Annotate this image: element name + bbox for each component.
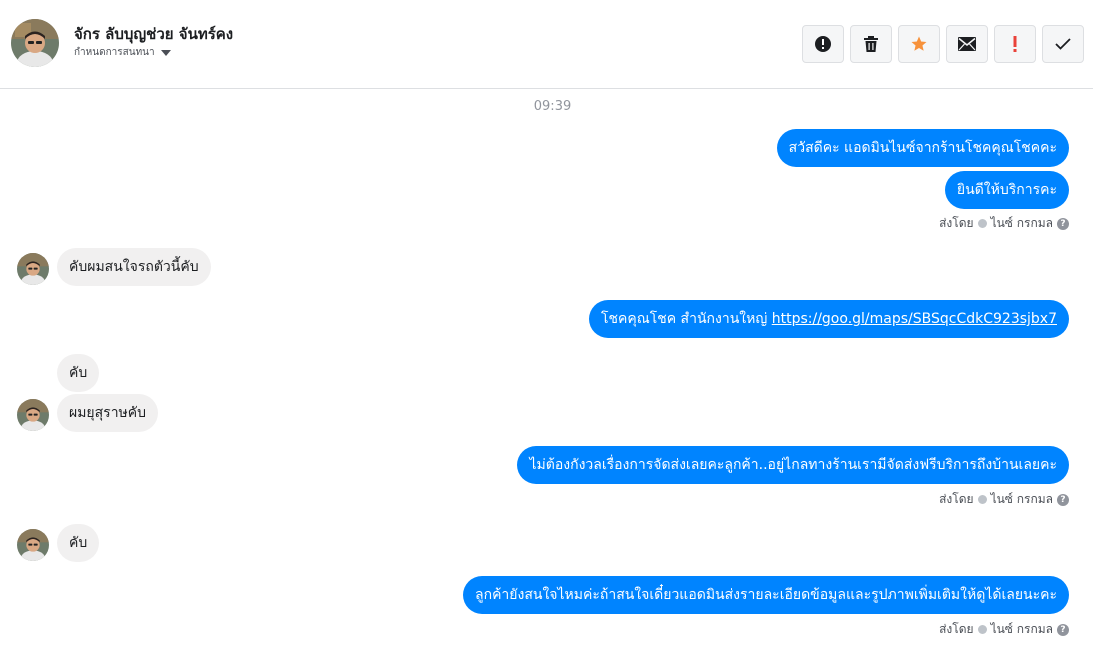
- outgoing-message-with-link[interactable]: โชคคุณโชค สำนักงานใหญ่ https://goo.gl/ma…: [588, 300, 1069, 338]
- caret-down-icon: [160, 49, 171, 56]
- sent-by-name: ไนซ์ กรกมล: [990, 216, 1053, 230]
- contact-avatar-small: [17, 399, 49, 431]
- mark-done-button[interactable]: [1042, 25, 1084, 63]
- outgoing-message[interactable]: ลูกค้ายังสนใจไหมค่ะถ้าสนใจเดี๋ยวแอดมินส่…: [463, 576, 1069, 614]
- sent-by-line: ส่งโดย ไนซ์ กรกมล ?: [939, 620, 1069, 639]
- conversation-label-text: กำหนดการสนทนา: [74, 47, 155, 58]
- outgoing-message[interactable]: สวัสดีคะ แอดมินไนซ์จากร้านโชคคุณโชคคะ: [776, 129, 1069, 167]
- outgoing-message[interactable]: ยินดีให้บริการคะ: [944, 171, 1069, 209]
- incoming-message[interactable]: ผมยุสุราษคับ: [57, 394, 159, 432]
- star-icon: [911, 36, 927, 51]
- contact-avatar[interactable]: [11, 19, 59, 67]
- map-link[interactable]: https://goo.gl/maps/SBSqcCdkC923sjbx7: [772, 311, 1057, 327]
- help-icon[interactable]: ?: [1057, 623, 1069, 636]
- sent-by-line: ส่งโดย ไนซ์ กรกมล ?: [939, 214, 1069, 233]
- mark-unread-button[interactable]: [946, 25, 988, 63]
- envelope-icon: [958, 37, 976, 51]
- incoming-message[interactable]: คับ: [57, 354, 100, 392]
- message-timestamp: 09:39: [533, 99, 572, 114]
- sent-by-line: ส่งโดย ไนซ์ กรกมล ?: [939, 490, 1069, 509]
- conversation-toolbar: [802, 25, 1084, 63]
- contact-avatar-small: [17, 529, 49, 561]
- help-icon[interactable]: ?: [1057, 493, 1069, 506]
- seen-check-icon: [977, 219, 987, 228]
- sent-by-name: ไนซ์ กรกมล: [990, 492, 1053, 506]
- contact-avatar-small: [17, 253, 49, 285]
- mark-spam-button[interactable]: [802, 25, 844, 63]
- check-icon: [1055, 38, 1071, 50]
- star-button[interactable]: [898, 25, 940, 63]
- report-icon: [815, 36, 831, 52]
- mark-important-button[interactable]: [994, 25, 1036, 63]
- trash-icon: [864, 36, 878, 52]
- sent-by-label: ส่งโดย: [939, 622, 974, 636]
- incoming-message[interactable]: คับ: [57, 524, 100, 562]
- seen-check-icon: [977, 495, 987, 504]
- message-text: โชคคุณโชค สำนักงานใหญ่: [600, 311, 772, 327]
- sent-by-name: ไนซ์ กรกมล: [990, 622, 1053, 636]
- sent-by-label: ส่งโดย: [939, 216, 974, 230]
- outgoing-message[interactable]: ไม่ต้องกังวลเรื่องการจัดส่งเลยคะลูกค้า..…: [517, 446, 1069, 484]
- seen-check-icon: [977, 625, 987, 634]
- conversation-header: จักร ลับบุญช่วย จันทร์คง กำหนดการสนทนา: [0, 0, 1093, 89]
- sent-by-label: ส่งโดย: [939, 492, 974, 506]
- incoming-message[interactable]: คับผมสนใจรถตัวนี้คับ: [57, 248, 211, 286]
- help-icon[interactable]: ?: [1057, 217, 1069, 230]
- exclamation-icon: [1013, 36, 1017, 52]
- contact-name[interactable]: จักร ลับบุญช่วย จันทร์คง: [74, 22, 233, 46]
- conversation-label-dropdown[interactable]: กำหนดการสนทนา: [74, 45, 171, 60]
- delete-button[interactable]: [850, 25, 892, 63]
